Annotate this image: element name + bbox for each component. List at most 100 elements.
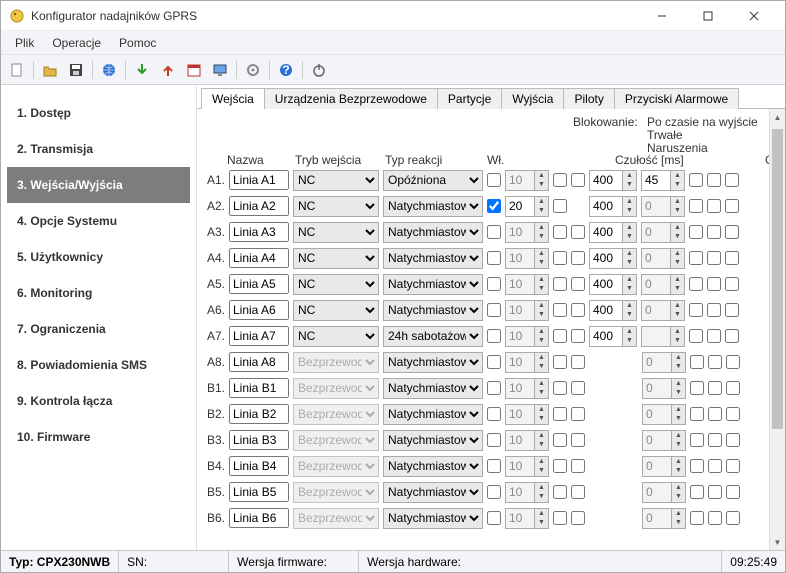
typ-select[interactable]: Natychmiastowa xyxy=(383,482,483,503)
open-folder-icon[interactable] xyxy=(38,58,62,82)
czulosc-input-arrows[interactable]: ▲▼ xyxy=(623,248,637,269)
nazwa-input[interactable] xyxy=(229,248,289,268)
chk-c2[interactable] xyxy=(571,303,585,317)
czulosc-input-arrows[interactable]: ▲▼ xyxy=(623,274,637,295)
chk-c2[interactable] xyxy=(571,251,585,265)
chk-c2[interactable] xyxy=(571,511,585,525)
typ-select[interactable]: Natychmiastowa xyxy=(383,404,483,425)
chk-g3[interactable] xyxy=(725,225,739,239)
typ-select[interactable]: Natychmiastowa xyxy=(383,300,483,321)
chk-g1[interactable] xyxy=(689,303,703,317)
monitor-icon[interactable] xyxy=(208,58,232,82)
chk-g1[interactable] xyxy=(690,355,704,369)
tryb-select[interactable]: NC xyxy=(293,170,379,191)
chk-g3[interactable] xyxy=(725,329,739,343)
czulosc-input[interactable] xyxy=(589,248,623,269)
menu-plik[interactable]: Plik xyxy=(7,33,42,53)
sidebar-item-1[interactable]: 2. Transmisja xyxy=(7,131,190,167)
czulosc-input[interactable] xyxy=(589,196,623,217)
sidebar-item-0[interactable]: 1. Dostęp xyxy=(7,95,190,131)
chk-c2[interactable] xyxy=(571,225,585,239)
czulosc-input-arrows[interactable]: ▲▼ xyxy=(623,170,637,191)
naruszenia-input-arrows[interactable]: ▲▼ xyxy=(535,196,549,217)
chk-g1[interactable] xyxy=(690,511,704,525)
chk-c2[interactable] xyxy=(571,355,585,369)
czulosc-input-arrows[interactable]: ▲▼ xyxy=(623,326,637,347)
czulosc-input[interactable] xyxy=(589,222,623,243)
chk-g1[interactable] xyxy=(690,433,704,447)
chk-g2[interactable] xyxy=(708,355,722,369)
chk-g3[interactable] xyxy=(725,277,739,291)
czulosc-input-arrows[interactable]: ▲▼ xyxy=(623,196,637,217)
wl-checkbox[interactable] xyxy=(487,199,501,213)
typ-select[interactable]: Natychmiastowa xyxy=(383,456,483,477)
chk-g1[interactable] xyxy=(689,329,703,343)
chk-g1[interactable] xyxy=(690,485,704,499)
chk-g1[interactable] xyxy=(690,407,704,421)
wl-checkbox[interactable] xyxy=(487,303,501,317)
tryb-select[interactable]: NC xyxy=(293,274,379,295)
nazwa-input[interactable] xyxy=(229,222,289,242)
minimize-button[interactable] xyxy=(639,1,685,31)
sidebar-item-6[interactable]: 7. Ograniczenia xyxy=(7,311,190,347)
chk-c2[interactable] xyxy=(571,407,585,421)
chk-g2[interactable] xyxy=(707,251,721,265)
chk-c2[interactable] xyxy=(571,381,585,395)
chk-g3[interactable] xyxy=(725,173,739,187)
chk-g2[interactable] xyxy=(708,511,722,525)
typ-select[interactable]: Natychmiastowa xyxy=(383,248,483,269)
nazwa-input[interactable] xyxy=(229,430,289,450)
typ-select[interactable]: Natychmiastowa xyxy=(383,430,483,451)
chk-g1[interactable] xyxy=(690,381,704,395)
chk-g2[interactable] xyxy=(707,329,721,343)
tryb-select[interactable]: NC xyxy=(293,300,379,321)
sidebar-item-2[interactable]: 3. Wejścia/Wyjścia xyxy=(7,167,190,203)
typ-select[interactable]: Natychmiastowa xyxy=(383,378,483,399)
chk-g3[interactable] xyxy=(726,433,740,447)
chk-g1[interactable] xyxy=(689,277,703,291)
chk-c1[interactable] xyxy=(553,251,567,265)
chk-g2[interactable] xyxy=(708,381,722,395)
vertical-scrollbar[interactable]: ▲ ▼ xyxy=(769,109,785,550)
close-button[interactable] xyxy=(731,1,777,31)
typ-select[interactable]: 24h sabotażowa xyxy=(383,326,483,347)
chk-c1[interactable] xyxy=(553,225,567,239)
tab-4[interactable]: Piloty xyxy=(563,88,614,109)
chk-g1[interactable] xyxy=(689,251,703,265)
chk-g3[interactable] xyxy=(726,407,740,421)
nazwa-input[interactable] xyxy=(229,482,289,502)
typ-select[interactable]: Natychmiastowa xyxy=(383,274,483,295)
new-file-icon[interactable] xyxy=(5,58,29,82)
chk-g2[interactable] xyxy=(707,199,721,213)
chk-c2[interactable] xyxy=(571,277,585,291)
menu-operacje[interactable]: Operacje xyxy=(44,33,109,53)
clock-icon[interactable] xyxy=(182,58,206,82)
chk-g3[interactable] xyxy=(726,485,740,499)
sidebar-item-4[interactable]: 5. Użytkownicy xyxy=(7,239,190,275)
chk-c1[interactable] xyxy=(553,303,567,317)
nazwa-input[interactable] xyxy=(229,378,289,398)
save-icon[interactable] xyxy=(64,58,88,82)
upload-icon[interactable] xyxy=(156,58,180,82)
help-icon[interactable]: ? xyxy=(274,58,298,82)
chk-c1[interactable] xyxy=(553,173,567,187)
chk-c2[interactable] xyxy=(571,329,585,343)
sidebar-item-8[interactable]: 9. Kontrola łącza xyxy=(7,383,190,419)
typ-select[interactable]: Natychmiastowa xyxy=(383,352,483,373)
chk-g3[interactable] xyxy=(726,355,740,369)
nazwa-input[interactable] xyxy=(229,300,289,320)
wl-checkbox[interactable] xyxy=(487,173,501,187)
chk-c1[interactable] xyxy=(553,199,567,213)
chk-g3[interactable] xyxy=(726,381,740,395)
chk-g2[interactable] xyxy=(707,225,721,239)
naruszenia-input[interactable] xyxy=(505,196,535,217)
sidebar-item-5[interactable]: 6. Monitoring xyxy=(7,275,190,311)
opoznienie-input[interactable] xyxy=(641,170,671,191)
czulosc-input[interactable] xyxy=(589,170,623,191)
chk-g2[interactable] xyxy=(707,277,721,291)
chk-g2[interactable] xyxy=(708,407,722,421)
tryb-select[interactable]: NC xyxy=(293,222,379,243)
wl-checkbox[interactable] xyxy=(487,459,501,473)
gear-icon[interactable] xyxy=(241,58,265,82)
tab-0[interactable]: Wejścia xyxy=(201,88,265,109)
